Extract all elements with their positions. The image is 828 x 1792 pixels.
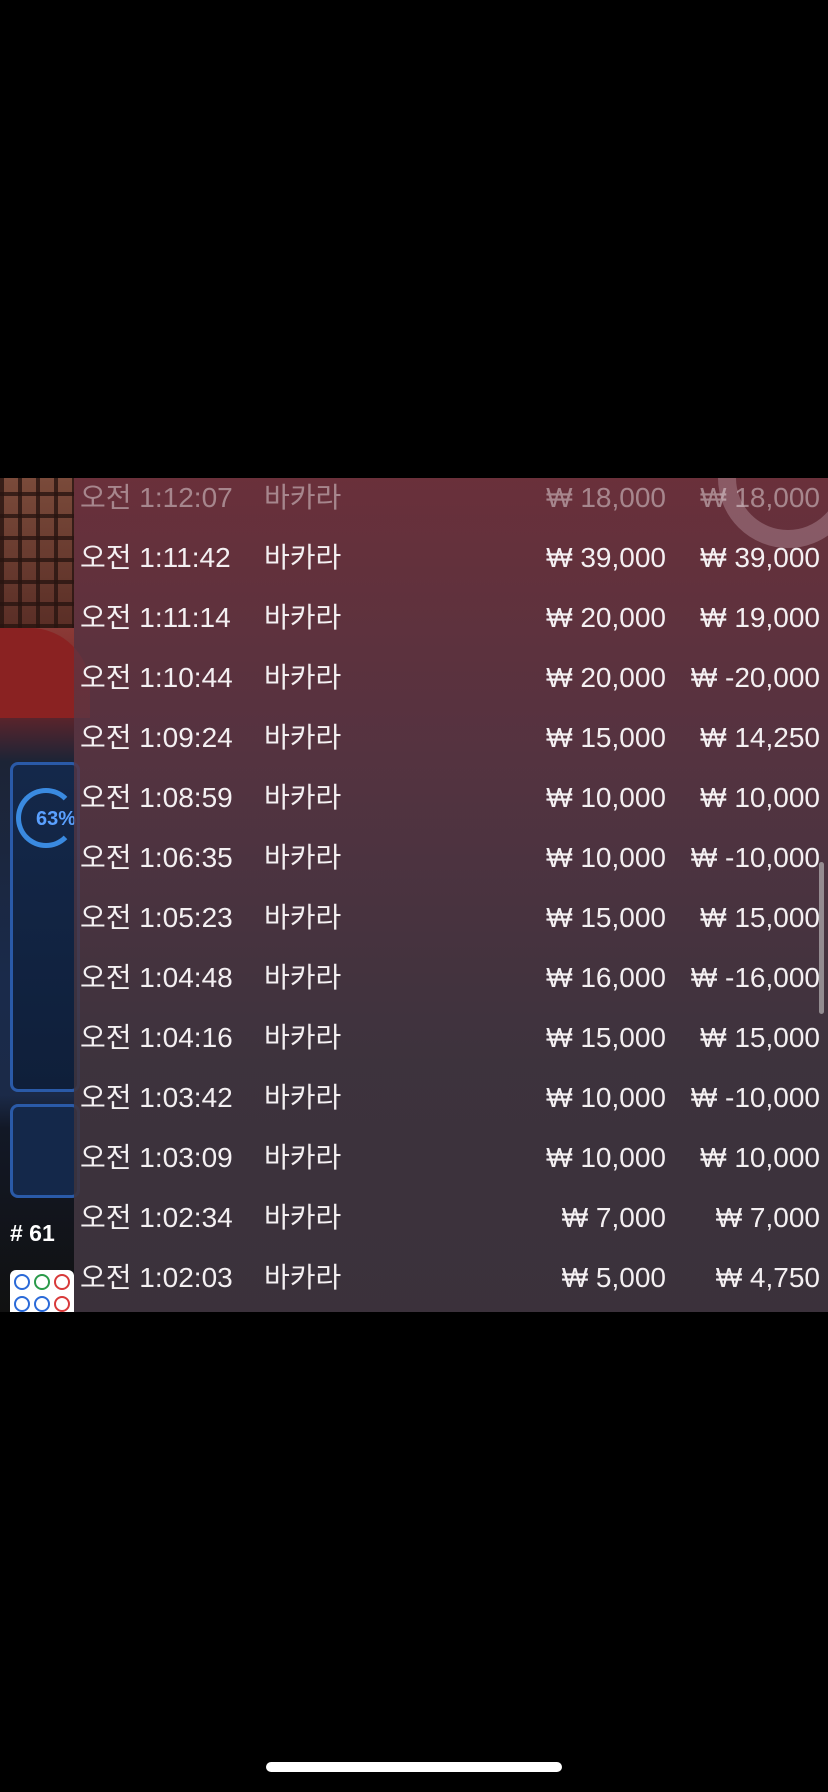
row-time: 오전 1:11:14 [80,602,231,633]
row-bet: ₩ 15,000 [546,902,666,933]
road-dot-banker-icon [54,1296,70,1312]
row-game: 바카라 [264,482,342,513]
row-bet: ₩ 10,000 [546,1082,666,1113]
row-bet: ₩ 15,000 [546,722,666,753]
row-game: 바카라 [264,662,342,693]
row-win: ₩ -20,000 [690,662,820,693]
history-row[interactable]: 오전 1:10:44 바카라 ₩ 20,000 ₩ -20,000 [74,648,828,708]
row-game: 바카라 [264,722,342,753]
road-dot-banker-icon [54,1274,70,1290]
row-time: 오전 1:04:48 [80,962,233,993]
bet-history-list[interactable]: ㅤ 오전 1:12:07 바카라 ₩ 18,000 ₩ 18,000 오전 1:… [74,478,828,1312]
history-row[interactable]: 오전 1:11:42 바카라 ₩ 39,000 ₩ 39,000 [74,528,828,588]
row-win: ₩ 7,000 [715,1202,820,1233]
row-bet: ₩ 7,000 [561,1202,666,1233]
row-time: 오전 1:12:07 [80,482,233,513]
row-bet: ₩ 5,000 [561,1262,666,1293]
history-row[interactable]: 오전 1:04:48 바카라 ₩ 16,000 ₩ -16,000 [74,948,828,1008]
row-win: ₩ 14,250 [700,722,820,753]
history-scrollbar[interactable] [819,862,824,1014]
history-row[interactable]: 오전 1:12:07 바카라 ₩ 18,000 ₩ 18,000 [74,478,828,528]
row-game: 바카라 [264,1262,342,1293]
screen: 63% # 61 ㅤ 오전 1:12:07 바카라 ₩ 18,000 ₩ 18,… [0,0,828,1792]
round-number: # 61 [10,1220,55,1246]
row-time: 오전 1:02:03 [80,1262,233,1293]
row-time: 오전 1:05:23 [80,902,233,933]
row-time: 오전 1:09:24 [80,722,233,753]
row-game: 바카라 [264,962,342,993]
row-bet: ₩ 20,000 [546,602,666,633]
row-game: 바카라 [264,1022,342,1053]
history-row[interactable]: 오전 1:08:59 바카라 ₩ 10,000 ₩ 10,000 [74,768,828,828]
row-game: 바카라 [264,542,342,573]
row-game: 바카라 [264,782,342,813]
history-row[interactable]: 오전 1:03:09 바카라 ₩ 10,000 ₩ 10,000 [74,1128,828,1188]
row-win: ₩ -16,000 [690,962,820,993]
row-game: 바카라 [264,602,342,633]
history-row[interactable]: 오전 1:11:14 바카라 ₩ 20,000 ₩ 19,000 [74,588,828,648]
road-dot-player-icon [14,1296,30,1312]
row-time: 오전 1:02:34 [80,1202,233,1233]
row-win: ₩ 15,000 [700,902,820,933]
row-game: 바카라 [264,1202,342,1233]
history-row[interactable]: 오전 1:06:35 바카라 ₩ 10,000 ₩ -10,000 [74,828,828,888]
home-indicator[interactable] [266,1762,562,1772]
bead-road-grid [10,1270,74,1312]
row-bet: ₩ 10,000 [546,842,666,873]
bet-spot-panel[interactable] [10,1104,80,1198]
row-time: 오전 1:08:59 [80,782,233,813]
row-bet: ₩ 15,000 [546,1022,666,1053]
row-win: ₩ -10,000 [690,1082,820,1113]
row-time: 오전 1:06:35 [80,842,233,873]
window-lattice-decoration [0,478,74,628]
row-win: ₩ 4,750 [715,1262,820,1293]
history-row[interactable]: 오전 1:05:23 바카라 ₩ 15,000 ₩ 15,000 [74,888,828,948]
row-time: 오전 1:10:44 [80,662,233,693]
row-time: 오전 1:03:09 [80,1142,233,1173]
row-bet: ₩ 20,000 [546,662,666,693]
road-dot-tie-icon [34,1274,50,1290]
road-dot-player-icon [34,1296,50,1312]
row-win: ₩ 39,000 [700,542,820,573]
stats-percent: 63% [36,808,77,830]
row-win: ₩ 10,000 [700,782,820,813]
row-bet: ₩ 39,000 [546,542,666,573]
row-game: 바카라 [264,902,342,933]
row-bet: ₩ 18,000 [546,482,666,513]
row-game: 바카라 [264,842,342,873]
row-time: 오전 1:03:42 [80,1082,233,1113]
history-row[interactable]: 오전 1:09:24 바카라 ₩ 15,000 ₩ 14,250 [74,708,828,768]
row-game: 바카라 [264,1142,342,1173]
row-win: ₩ 10,000 [700,1142,820,1173]
row-time: 오전 1:04:16 [80,1022,233,1053]
row-win: ₩ -10,000 [690,842,820,873]
row-bet: ₩ 10,000 [546,782,666,813]
road-dot-player-icon [14,1274,30,1290]
row-game: 바카라 [264,1082,342,1113]
history-row[interactable]: 오전 1:02:34 바카라 ₩ 7,000 ₩ 7,000 [74,1188,828,1248]
history-row[interactable]: 오전 1:04:16 바카라 ₩ 15,000 ₩ 15,000 [74,1008,828,1068]
row-time: 오전 1:11:42 [80,542,231,573]
history-row[interactable]: 오전 1:03:42 바카라 ₩ 10,000 ₩ -10,000 [74,1068,828,1128]
row-bet: ₩ 16,000 [546,962,666,993]
row-win: ₩ 15,000 [700,1022,820,1053]
row-win: ₩ 18,000 [700,482,820,513]
row-bet: ₩ 10,000 [546,1142,666,1173]
history-row[interactable]: 오전 1:02:03 바카라 ₩ 5,000 ₩ 4,750 [74,1248,828,1308]
row-win: ₩ 19,000 [700,602,820,633]
